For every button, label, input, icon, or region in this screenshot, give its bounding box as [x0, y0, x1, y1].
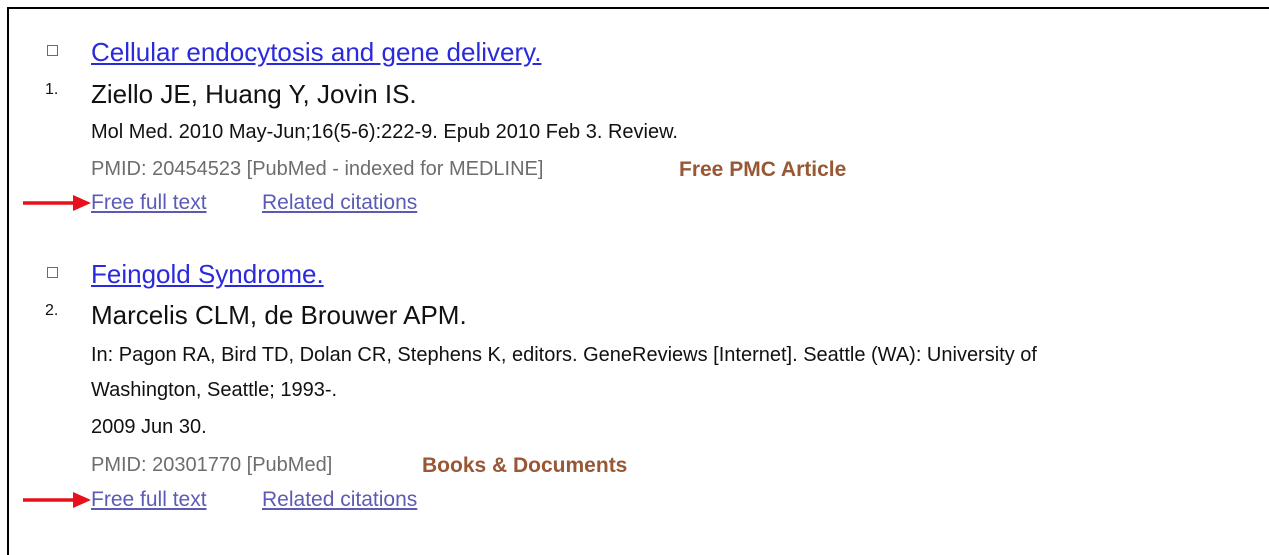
result-pmid-1: PMID: 20454523 [PubMed - indexed for MED… — [91, 158, 544, 180]
select-checkbox-1[interactable] — [47, 45, 58, 56]
red-right-arrow-icon — [23, 195, 91, 211]
result-citation-2-line-2: Washington, Seattle; 1993-. — [91, 379, 338, 401]
result-citation-1: Mol Med. 2010 May-Jun;16(5-6):222-9. Epu… — [91, 121, 678, 143]
result-authors-2: Marcelis CLM, de Brouwer APM. — [91, 300, 467, 330]
result-number-2: 2. — [45, 302, 59, 319]
red-right-arrow-icon — [23, 492, 91, 508]
free-full-text-link-2[interactable]: Free full text — [91, 488, 207, 512]
results-panel: Cellular endocytosis and gene delivery. … — [7, 7, 1269, 555]
free-full-text-link-1[interactable]: Free full text — [91, 191, 207, 215]
result-citation-2-line-3: 2009 Jun 30. — [91, 416, 207, 438]
free-pmc-article-badge[interactable]: Free PMC Article — [679, 158, 846, 182]
result-authors-1: Ziello JE, Huang Y, Jovin IS. — [91, 79, 417, 109]
books-documents-badge[interactable]: Books & Documents — [422, 454, 627, 478]
related-citations-link-1[interactable]: Related citations — [262, 191, 417, 215]
related-citations-link-2[interactable]: Related citations — [262, 488, 417, 512]
select-checkbox-2[interactable] — [47, 267, 58, 278]
result-pmid-2: PMID: 20301770 [PubMed] — [91, 454, 333, 476]
result-number-1: 1. — [45, 81, 59, 98]
result-title-link-2[interactable]: Feingold Syndrome. — [91, 259, 324, 290]
result-title-link-1[interactable]: Cellular endocytosis and gene delivery. — [91, 37, 541, 68]
result-citation-2-line-1: In: Pagon RA, Bird TD, Dolan CR, Stephen… — [91, 344, 1037, 366]
